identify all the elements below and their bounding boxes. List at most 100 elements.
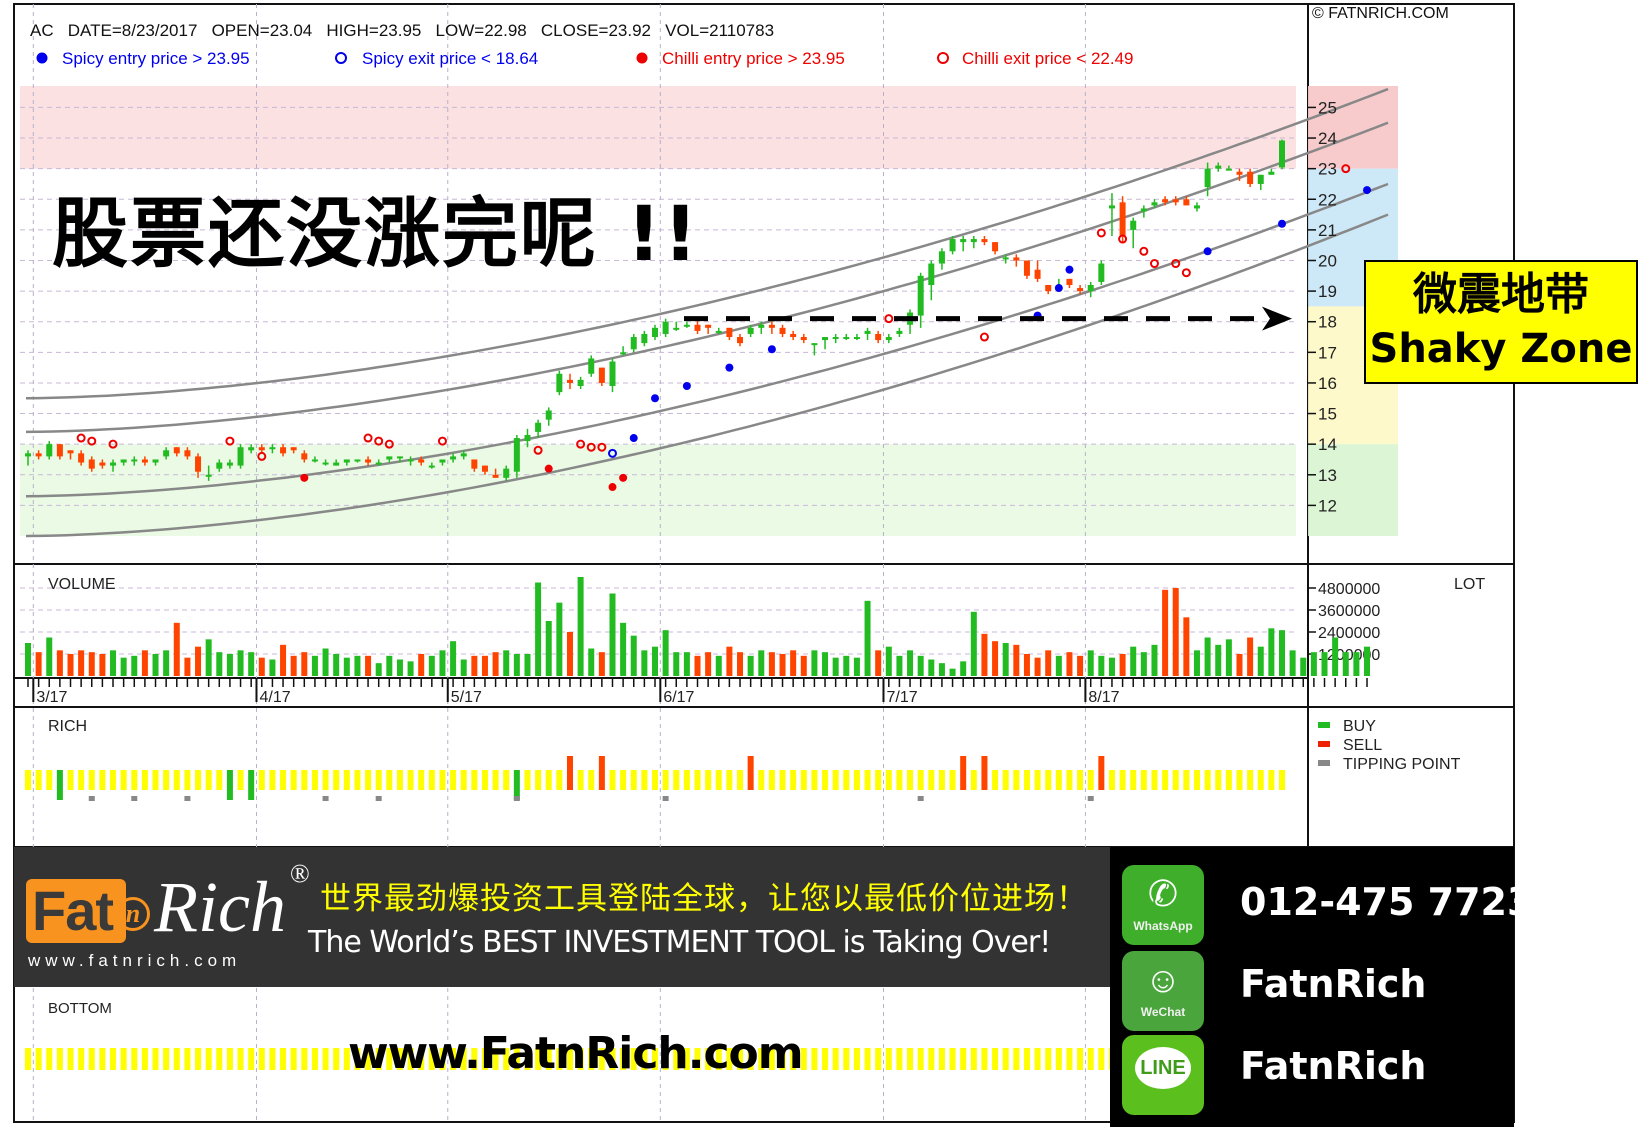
chilli-entry-marker (619, 473, 628, 482)
bottom-bar (195, 1048, 202, 1070)
website-link[interactable]: www.FatnRich.com (348, 1026, 804, 1082)
volume-bar (439, 650, 446, 676)
volume-label: VOLUME (48, 576, 116, 593)
line-glyph: LINE (1135, 1047, 1191, 1089)
candle-body (1077, 288, 1084, 292)
rich-neutral-bar (492, 770, 499, 790)
candle-body (1087, 284, 1094, 292)
candle-body (620, 352, 627, 355)
bottom-bar (290, 1048, 297, 1070)
bottom-bar (226, 1048, 233, 1070)
candle-body (811, 343, 818, 346)
candle-body (832, 337, 839, 340)
rich-neutral-bar (46, 770, 53, 790)
rich-neutral-bar (173, 770, 180, 790)
rich-neutral-bar (694, 770, 701, 790)
candle-body (1225, 168, 1232, 171)
volume-bar (503, 650, 510, 676)
candle-body (960, 239, 967, 243)
line-id[interactable]: FatnRich (1240, 1041, 1426, 1091)
volume-bar (354, 655, 361, 676)
rich-neutral-bar (917, 770, 924, 790)
candle-body (365, 459, 372, 463)
volume-bar (758, 650, 765, 676)
candle-body (460, 453, 467, 457)
legend-tipping-point: TIPPING POINT (1343, 756, 1461, 773)
line-icon[interactable]: LINE (1122, 1035, 1204, 1115)
volume-bar (35, 652, 42, 676)
candle-body (577, 379, 584, 386)
rich-neutral-bar (588, 770, 595, 790)
candle-body (333, 462, 340, 466)
wechat-icon[interactable]: ☺ WeChat (1122, 951, 1204, 1031)
volume-bar (216, 652, 223, 676)
volume-bar (598, 652, 605, 676)
buy-legend-swatch (1318, 722, 1330, 728)
rich-neutral-bar (110, 770, 117, 790)
volume-bar (779, 654, 786, 676)
volume-bar (258, 657, 265, 676)
bottom-bar (301, 1048, 308, 1070)
candle-body (1140, 208, 1147, 212)
chilli-entry-marker (544, 464, 553, 473)
candle-body (311, 459, 318, 462)
price-tick-label: 23 (1318, 160, 1337, 179)
bottom-bar (131, 1048, 138, 1070)
rich-neutral-bar (652, 770, 658, 790)
volume-bar (237, 650, 244, 676)
whatsapp-icon[interactable]: ✆ WhatsApp (1122, 865, 1204, 945)
rich-neutral-bar (396, 770, 403, 790)
candle-body (853, 337, 860, 340)
volume-bar (1183, 617, 1190, 676)
bottom-bar (1013, 1048, 1020, 1070)
candle-body (439, 459, 446, 463)
volume-bar (694, 655, 701, 676)
candle-body (269, 447, 276, 450)
rich-neutral-bar (1108, 770, 1115, 790)
volume-bar (907, 650, 914, 676)
rich-neutral-bar (779, 770, 786, 790)
volume-tick-label: 4800000 (1318, 581, 1380, 598)
volume-bar (652, 646, 658, 676)
rich-neutral-bar (609, 770, 616, 790)
rich-neutral-bar (237, 770, 244, 790)
rich-neutral-bar (949, 770, 956, 790)
candle-body (481, 465, 488, 472)
wechat-id[interactable]: FatnRich (1240, 959, 1426, 1009)
bottom-bar (173, 1048, 180, 1070)
volume-bar (545, 621, 552, 676)
price-tick-label: 16 (1318, 374, 1337, 393)
rich-neutral-bar (896, 770, 903, 790)
volume-bar (1077, 655, 1084, 676)
candle-body (779, 327, 786, 334)
rich-neutral-bar (535, 770, 542, 790)
rich-neutral-bar (25, 770, 31, 790)
candle (588, 355, 595, 377)
candle (513, 434, 520, 478)
volume-bar (1045, 650, 1052, 676)
candle-body (1023, 260, 1030, 276)
bottom-bar (864, 1048, 871, 1070)
rich-sell-bar (566, 756, 573, 790)
bottom-bar (1034, 1048, 1041, 1070)
candle-body (705, 324, 712, 328)
tipping-point-marker (375, 796, 382, 801)
volume-bar (556, 602, 563, 676)
volume-bar (365, 655, 372, 676)
whatsapp-number[interactable]: 012-475 7723 (1240, 877, 1533, 927)
rich-neutral-bar (1162, 770, 1169, 790)
candle-body (184, 450, 191, 457)
candle-body (1162, 199, 1169, 203)
volume-bar (173, 622, 180, 676)
volume-bar (981, 633, 988, 676)
candle-body (1002, 257, 1009, 260)
bottom-bar (237, 1048, 244, 1070)
candle-body (141, 459, 148, 463)
candle-body (545, 410, 552, 420)
spicy-entry-marker (1054, 284, 1063, 293)
rich-neutral-bar (1034, 770, 1041, 790)
rich-neutral-bar (620, 770, 627, 790)
rich-neutral-bar (1140, 770, 1147, 790)
logo-n-badge: n (116, 897, 150, 931)
price-tick-label: 25 (1318, 98, 1337, 117)
